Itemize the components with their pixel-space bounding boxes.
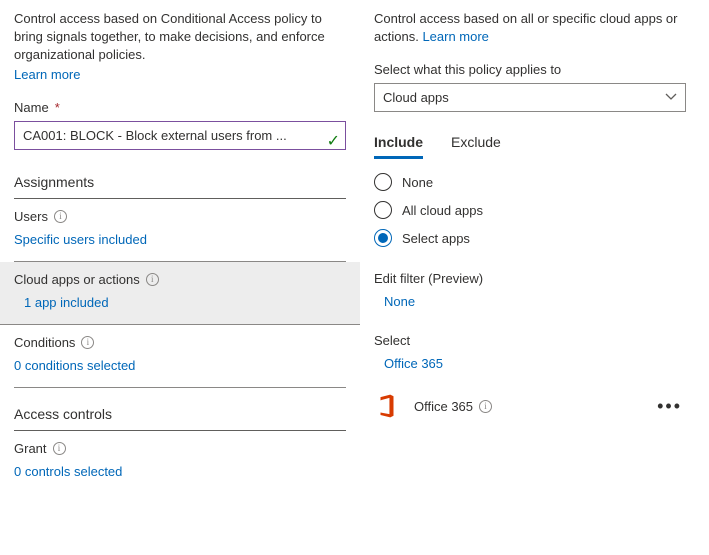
required-asterisk: * xyxy=(55,100,60,115)
users-value-link[interactable]: Specific users included xyxy=(14,232,346,257)
radio-none[interactable]: None xyxy=(374,173,686,191)
radio-circle-icon xyxy=(374,173,392,191)
policy-name-input[interactable]: CA001: BLOCK - Block external users from… xyxy=(14,121,346,150)
left-learn-more-link[interactable]: Learn more xyxy=(14,67,80,82)
users-label: Users xyxy=(14,209,48,224)
conditions-value-link[interactable]: 0 conditions selected xyxy=(14,358,346,383)
access-controls-heading: Access controls xyxy=(14,396,346,431)
select-apps-link[interactable]: Office 365 xyxy=(374,356,686,371)
radio-circle-icon xyxy=(374,229,392,247)
info-icon[interactable]: i xyxy=(81,336,94,349)
selected-app-row: Office 365 i ••• xyxy=(374,389,686,423)
tab-include[interactable]: Include xyxy=(374,134,423,159)
cloud-apps-value-link[interactable]: 1 app included xyxy=(14,295,346,320)
office-365-icon xyxy=(374,393,400,419)
select-apps-label: Select xyxy=(374,333,686,348)
radio-all-cloud-apps[interactable]: All cloud apps xyxy=(374,201,686,219)
name-label: Name* xyxy=(14,100,346,115)
assignments-heading: Assignments xyxy=(14,164,346,199)
info-icon[interactable]: i xyxy=(54,210,67,223)
conditions-row[interactable]: Conditions i 0 conditions selected xyxy=(14,325,346,388)
left-description: Control access based on Conditional Acce… xyxy=(14,10,346,65)
radio-select-apps[interactable]: Select apps xyxy=(374,229,686,247)
tab-exclude[interactable]: Exclude xyxy=(451,134,501,159)
more-options-button[interactable]: ••• xyxy=(653,396,686,417)
cloud-apps-label: Cloud apps or actions xyxy=(14,272,140,287)
edit-filter-label: Edit filter (Preview) xyxy=(374,271,686,286)
cloud-apps-row[interactable]: Cloud apps or actions i 1 app included xyxy=(0,262,360,325)
checkmark-icon: ✓ xyxy=(327,131,340,151)
radio-all-label: All cloud apps xyxy=(402,203,483,218)
info-icon[interactable]: i xyxy=(479,400,492,413)
right-learn-more-link[interactable]: Learn more xyxy=(422,29,488,44)
users-row[interactable]: Users i Specific users included xyxy=(14,199,346,262)
right-description: Control access based on all or specific … xyxy=(374,10,686,46)
radio-select-label: Select apps xyxy=(402,231,470,246)
conditions-label: Conditions xyxy=(14,335,75,350)
radio-circle-icon xyxy=(374,201,392,219)
edit-filter-link[interactable]: None xyxy=(374,294,686,309)
applies-to-value: Cloud apps xyxy=(383,90,449,105)
applies-to-dropdown[interactable]: Cloud apps xyxy=(374,83,686,112)
info-icon[interactable]: i xyxy=(53,442,66,455)
radio-none-label: None xyxy=(402,175,433,190)
info-icon[interactable]: i xyxy=(146,273,159,286)
grant-value-link[interactable]: 0 controls selected xyxy=(14,464,346,489)
selected-app-name: Office 365 xyxy=(414,399,473,414)
applies-to-label: Select what this policy applies to xyxy=(374,62,686,77)
chevron-down-icon xyxy=(665,92,677,104)
grant-row[interactable]: Grant i 0 controls selected xyxy=(14,431,346,493)
grant-label: Grant xyxy=(14,441,47,456)
